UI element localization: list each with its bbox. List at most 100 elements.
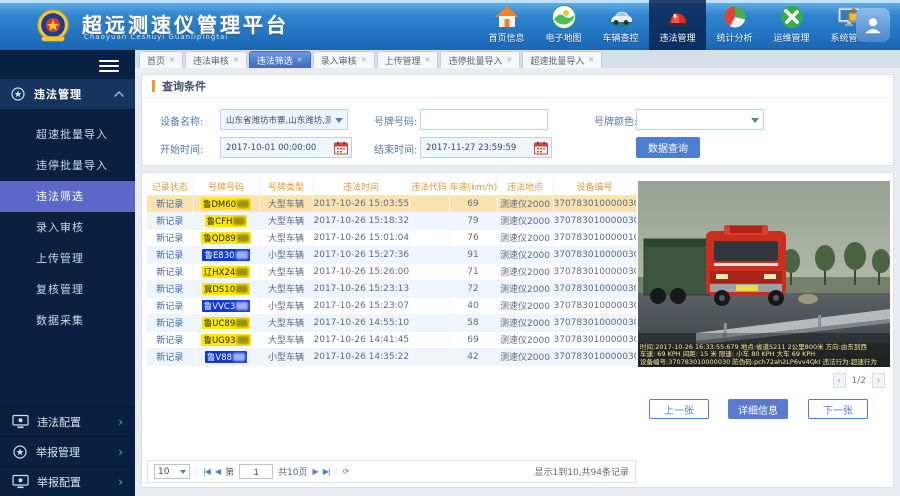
sidebar: 违法管理 超速批量导入 违停批量导入 违法筛选 录入审核 上传管理 复核管理 数…	[0, 50, 135, 496]
sidebar-section-label: 违法管理	[34, 86, 105, 102]
table-row[interactable]: 新记录 鲁QD89 大型车辆 2017-10-26 15:01:04 76 测速…	[147, 229, 636, 246]
tab-violation-filter[interactable]: 违法筛选 ✕	[249, 51, 311, 68]
table-row[interactable]: 新记录 鲁CFH 大型车辆 2017-10-26 15:18:32 79 测速仪…	[147, 212, 636, 229]
tab-violation-review[interactable]: 违法审核✕	[185, 51, 247, 68]
photo-prev-page-icon[interactable]: ‹	[833, 373, 846, 388]
table-row[interactable]: 新记录 鲁VVC3 小型车辆 2017-10-26 15:23:07 40 测速…	[147, 297, 636, 314]
close-icon[interactable]: ✕	[425, 56, 431, 64]
table-row[interactable]: 新记录 辽HX24 大型车辆 2017-10-26 15:26:00 71 测速…	[147, 263, 636, 280]
sidebar-item-violation-filter[interactable]: 违法筛选	[0, 181, 135, 212]
chevron-right-icon: ›	[118, 415, 123, 429]
close-icon[interactable]: ✕	[361, 56, 367, 64]
column-header: 违法代码	[409, 178, 449, 195]
evidence-photo[interactable]: 时间:2017-10-26 16:33:55.679 地点:省道S211 2公里…	[638, 181, 890, 367]
sidebar-item-parking-batch-import[interactable]: 违停批量导入	[0, 150, 135, 181]
sidebar-item-entry-review[interactable]: 录入审核	[0, 212, 135, 243]
cell-type: 大型车辆	[259, 331, 313, 348]
cell-location: 测速仪2000	[497, 297, 553, 314]
start-time-input[interactable]: 2017-10-01 00:00:00	[220, 137, 352, 158]
divider: |	[195, 467, 198, 477]
nav-violation[interactable]: 违法管理	[649, 0, 706, 50]
prev-page-icon[interactable]: ◀	[215, 467, 220, 476]
cell-location: 测速仪2000	[497, 314, 553, 331]
tab-upload-management[interactable]: 上传管理✕	[377, 51, 439, 68]
cell-speed: 58	[449, 314, 497, 331]
nav-map[interactable]: 电子地图	[535, 0, 592, 50]
tab-parking-batch-import[interactable]: 违停批量导入✕	[440, 51, 520, 68]
sidebar-item-upload-management[interactable]: 上传管理	[0, 243, 135, 274]
close-icon[interactable]: ✕	[506, 56, 512, 64]
cell-location: 测速仪2000	[497, 280, 553, 297]
sidebar-group-report-config[interactable]: 举报配置 ›	[0, 466, 135, 496]
cell-device: 370783010000030	[553, 348, 636, 365]
tools-icon	[779, 4, 805, 30]
page-size-select[interactable]: 10	[154, 464, 190, 479]
table-row[interactable]: 新记录 鲁DM60 大型车辆 2017-10-26 15:03:55 69 测速…	[147, 195, 636, 212]
truck-photo-illustration	[638, 181, 890, 367]
close-icon[interactable]: ✕	[169, 56, 175, 64]
nav-home[interactable]: 首页信息	[478, 0, 535, 50]
cell-time: 2017-10-26 15:23:13	[313, 280, 409, 297]
menu-toggle[interactable]	[99, 57, 119, 75]
query-section-title: 查询条件	[142, 75, 893, 98]
cell-type: 小型车辆	[259, 297, 313, 314]
close-icon[interactable]: ✕	[297, 56, 303, 64]
user-icon	[862, 14, 884, 36]
police-badge-logo	[34, 7, 72, 45]
redacted-plate-tail	[237, 234, 249, 242]
cell-code	[409, 212, 449, 229]
detail-info-button[interactable]: 详细信息	[728, 399, 788, 419]
refresh-icon[interactable]: ⟳	[343, 467, 349, 476]
redacted-plate-tail	[236, 302, 248, 310]
photo-next-page-icon[interactable]: ›	[872, 373, 885, 388]
tab-label: 违法筛选	[257, 54, 293, 67]
cell-device: 370783010000010	[553, 229, 636, 246]
sidebar-item-speed-batch-import[interactable]: 超速批量导入	[0, 119, 135, 150]
nav-maintenance[interactable]: 运维管理	[763, 0, 820, 50]
table-row[interactable]: 新记录 鲁V88 小型车辆 2017-10-26 14:35:22 42 测速仪…	[147, 348, 636, 365]
calendar-icon[interactable]	[334, 141, 348, 155]
tab-entry-review[interactable]: 录入审核✕	[313, 51, 375, 68]
plate-number-input[interactable]	[420, 109, 548, 130]
nav-vehicle[interactable]: 车辆查控	[592, 0, 649, 50]
sidebar-item-recheck-management[interactable]: 复核管理	[0, 274, 135, 305]
page-number-input[interactable]	[239, 464, 273, 479]
tab-home[interactable]: 首页 ✕	[139, 51, 183, 68]
sidebar-item-data-collection[interactable]: 数据采集	[0, 305, 135, 336]
first-page-icon[interactable]: |◀	[203, 467, 210, 476]
tab-label: 首页	[147, 54, 165, 67]
cell-code	[409, 314, 449, 331]
nav-label: 电子地图	[535, 31, 592, 44]
device-name-select[interactable]: 山东省潍坊市寨,山东潍坊,测速21	[220, 109, 348, 130]
table-row[interactable]: 新记录 鲁UC89 大型车辆 2017-10-26 14:55:10 58 测速…	[147, 314, 636, 331]
sidebar-section-violation[interactable]: 违法管理	[0, 79, 135, 109]
table-row[interactable]: 新记录 鲁UG93 大型车辆 2017-10-26 14:41:45 69 测速…	[147, 331, 636, 348]
next-photo-button[interactable]: 下一张	[808, 399, 868, 419]
plate-color-select[interactable]	[636, 109, 764, 130]
page-prefix: 第	[225, 465, 234, 478]
next-page-icon[interactable]: ▶	[313, 467, 318, 476]
cell-location: 测速仪2000	[497, 348, 553, 365]
cell-speed: 71	[449, 263, 497, 280]
redacted-plate-tail	[233, 217, 245, 225]
sidebar-group-report-management[interactable]: 举报管理 ›	[0, 436, 135, 466]
last-page-icon[interactable]: ▶|	[323, 467, 330, 476]
cell-code	[409, 246, 449, 263]
cell-plate: 鲁QD89	[193, 229, 259, 246]
redacted-plate-tail	[237, 336, 249, 344]
calendar-icon[interactable]	[534, 141, 548, 155]
close-icon[interactable]: ✕	[588, 56, 594, 64]
table-row[interactable]: 新记录 鲁E830 小型车辆 2017-10-26 15:27:36 91 测速…	[147, 246, 636, 263]
accent-bar	[152, 80, 155, 92]
sidebar-group-violation-config[interactable]: 违法配置 ›	[0, 406, 135, 436]
data-query-button[interactable]: 数据查询	[636, 137, 700, 158]
user-account-button[interactable]	[856, 8, 890, 42]
tab-speed-batch-import[interactable]: 超速批量导入✕	[522, 51, 602, 68]
close-icon[interactable]: ✕	[233, 56, 239, 64]
sidebar-groups: 违法配置 › 举报管理 › 举报配置 ›	[0, 406, 135, 496]
end-time-input[interactable]: 2017-11-27 23:59:59	[420, 137, 552, 158]
nav-statistics[interactable]: 统计分析	[706, 0, 763, 50]
table-row[interactable]: 新记录 冀DS10 大型车辆 2017-10-26 15:23:13 72 测速…	[147, 280, 636, 297]
app-header: 超远测速仪管理平台 Chaoyuan Ceshuyi Guanlipingtai…	[0, 0, 900, 50]
previous-photo-button[interactable]: 上一张	[649, 399, 709, 419]
